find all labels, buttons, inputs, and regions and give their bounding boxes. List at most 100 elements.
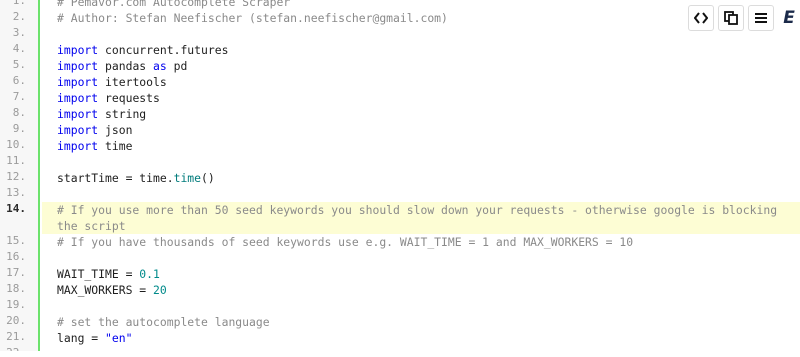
line-number: 11. bbox=[0, 154, 40, 170]
code-text: import time bbox=[57, 138, 800, 154]
code-text: ​ bbox=[57, 186, 800, 202]
line-number: 3. bbox=[0, 26, 40, 42]
code-line: 5. import pandas as pd bbox=[0, 58, 800, 74]
code-text: MAX_WORKERS = 20 bbox=[57, 282, 800, 298]
code-line: 10. import time bbox=[0, 138, 800, 154]
code-line: 14. # If you use more than 50 seed keywor… bbox=[0, 202, 800, 234]
code-text: startTime = time.time() bbox=[57, 170, 800, 186]
line-number: 19. bbox=[0, 298, 40, 314]
code-line: 4. import concurrent.futures bbox=[0, 42, 800, 58]
code-token: time bbox=[98, 139, 133, 153]
code-text: lang = "en" bbox=[57, 330, 800, 346]
code-token: string bbox=[98, 107, 147, 121]
line-number: 2. bbox=[0, 10, 40, 26]
line-number: 1. bbox=[0, 0, 40, 10]
code-line: 12. startTime = time.time() bbox=[0, 170, 800, 186]
code-token: # If you have thousands of seed keywords… bbox=[57, 235, 634, 249]
code-line: 21. lang = "en" bbox=[0, 330, 800, 346]
code-line: 20. # set the autocomplete language bbox=[0, 314, 800, 330]
line-number: 10. bbox=[0, 138, 40, 154]
code-token: import bbox=[57, 59, 99, 73]
code-token: import bbox=[57, 91, 99, 105]
code-token: import bbox=[57, 75, 99, 89]
code-text: import pandas as pd bbox=[57, 58, 800, 74]
code-token: lang = bbox=[57, 331, 106, 345]
code-text: import itertools bbox=[57, 74, 800, 90]
code-token: as bbox=[153, 59, 167, 73]
code-line: 15. # If you have thousands of seed keywo… bbox=[0, 234, 800, 250]
code-token: concurrent.futures bbox=[98, 43, 229, 57]
line-number: 16. bbox=[0, 250, 40, 266]
code-line: 2. # Author: Stefan Neefischer (stefan.ne… bbox=[0, 10, 800, 26]
code-token: # Author: Stefan Neefischer (stefan.neef… bbox=[57, 11, 448, 25]
print-button[interactable] bbox=[748, 5, 774, 31]
code-text: import json bbox=[57, 122, 800, 138]
code-token: pandas bbox=[98, 59, 154, 73]
line-number: 22. bbox=[0, 346, 40, 351]
code-line: 3.​ bbox=[0, 26, 800, 42]
print-icon bbox=[755, 12, 767, 23]
code-token: startTime = time. bbox=[57, 171, 174, 185]
code-text: # If you have thousands of seed keywords… bbox=[57, 234, 800, 250]
code-line: 18. MAX_WORKERS = 20 bbox=[0, 282, 800, 298]
line-number: 8. bbox=[0, 106, 40, 122]
code-text: ​ bbox=[57, 154, 800, 170]
editor-logo-icon: E bbox=[783, 8, 795, 28]
code-token: json bbox=[98, 123, 133, 137]
code-line: 11. ​ bbox=[0, 154, 800, 170]
view-source-button[interactable] bbox=[688, 5, 714, 31]
code-line: 17. WAIT_TIME = 0.1 bbox=[0, 266, 800, 282]
code-text: ​ bbox=[57, 298, 800, 314]
code-line: 1. # Pemavor.com Autocomplete Scraper bbox=[0, 0, 800, 10]
code-line: 22. ​ bbox=[0, 346, 800, 351]
code-token: # If you use more than 50 seed keywords … bbox=[57, 203, 784, 233]
code-token: import bbox=[57, 43, 99, 57]
line-number: 21. bbox=[0, 330, 40, 346]
line-number: 6. bbox=[0, 74, 40, 90]
line-number: 5. bbox=[0, 58, 40, 74]
code-token: itertools bbox=[98, 75, 167, 89]
code-token: 0.1 bbox=[139, 267, 160, 281]
code-line: 19. ​ bbox=[0, 298, 800, 314]
code-viewer: 1. # Pemavor.com Autocomplete Scraper 2. # … bbox=[0, 0, 800, 351]
code-token: MAX_WORKERS = bbox=[57, 283, 154, 297]
view-source-icon bbox=[694, 12, 708, 24]
line-number: 14. bbox=[0, 202, 40, 234]
code-token: requests bbox=[98, 91, 160, 105]
code-token: "en" bbox=[105, 331, 133, 345]
code-token: () bbox=[201, 171, 215, 185]
editor-logo-button[interactable]: E bbox=[778, 5, 800, 31]
line-number: 20. bbox=[0, 314, 40, 330]
code-text: import string bbox=[57, 106, 800, 122]
code-line: 16. ​ bbox=[0, 250, 800, 266]
copy-button[interactable] bbox=[718, 5, 744, 31]
code-token: import bbox=[57, 139, 99, 153]
code-text: import concurrent.futures bbox=[57, 42, 800, 58]
code-text: import requests bbox=[57, 90, 800, 106]
line-number: 18. bbox=[0, 282, 40, 298]
code-token: time bbox=[173, 171, 202, 185]
code-token: WAIT_TIME = bbox=[57, 267, 140, 281]
line-number: 15. bbox=[0, 234, 40, 250]
line-number: 9. bbox=[0, 122, 40, 138]
code-text: ​ bbox=[57, 250, 800, 266]
code-line: 6. import itertools bbox=[0, 74, 800, 90]
code-toolbar: E bbox=[688, 5, 800, 31]
code-line: 8. import string bbox=[0, 106, 800, 122]
code-token: import bbox=[57, 107, 99, 121]
code-text: ​ bbox=[57, 346, 800, 351]
copy-icon bbox=[724, 11, 738, 25]
code-token: # set the autocomplete language bbox=[57, 315, 270, 329]
line-number: 4. bbox=[0, 42, 40, 58]
code-line: 9. import json bbox=[0, 122, 800, 138]
code-text: WAIT_TIME = 0.1 bbox=[57, 266, 800, 282]
line-number: 17. bbox=[0, 266, 40, 282]
code-line: 13. ​ bbox=[0, 186, 800, 202]
code-text: # set the autocomplete language bbox=[57, 314, 800, 330]
code-token: # Pemavor.com Autocomplete Scraper bbox=[57, 0, 291, 9]
line-number: 12. bbox=[0, 170, 40, 186]
code-text: # If you use more than 50 seed keywords … bbox=[42, 202, 800, 234]
code-token: pd bbox=[166, 59, 188, 73]
code-token: 20 bbox=[153, 283, 167, 297]
code-line: 7. import requests bbox=[0, 90, 800, 106]
